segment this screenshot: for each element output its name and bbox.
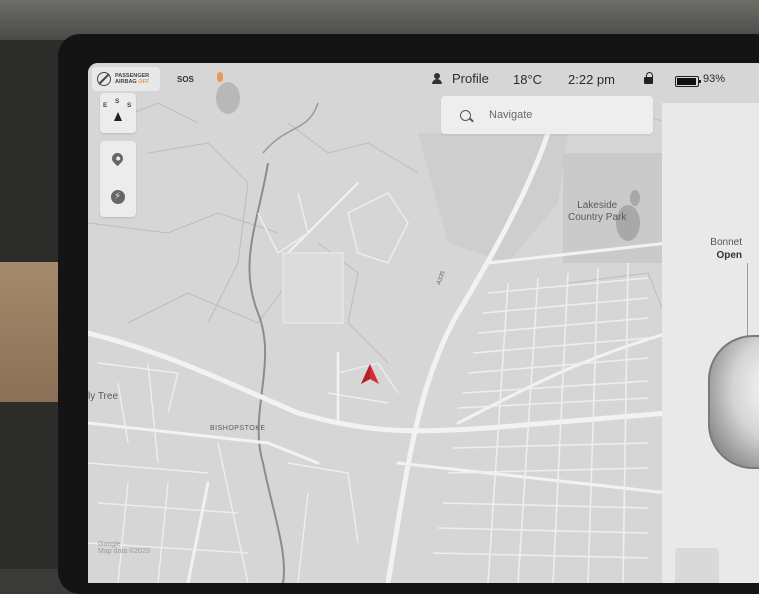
bishopstoke-label: BISHOPSTOKE: [210, 425, 266, 432]
compass-letter-e: E: [103, 102, 108, 109]
passenger-airbag-indicator: PASSENGER AIRBAG OFF: [92, 67, 160, 91]
lakeside-line1: Lakeside: [577, 200, 618, 211]
fly-tree-label: ly Tree: [88, 391, 119, 402]
touchscreen: A335 PASSENGER AIRBAG OFF SOS Profile 18…: [88, 63, 759, 583]
location-pin-icon[interactable]: [109, 150, 126, 167]
navigate-search-bar[interactable]: Navigate: [441, 96, 653, 134]
attribution-data: Map data ©2023: [98, 548, 150, 555]
navigation-arrow-icon: [361, 364, 379, 384]
person-icon: [432, 72, 442, 85]
battery-icon: [675, 76, 701, 87]
status-bar: PASSENGER AIRBAG OFF SOS Profile 18°C 2:…: [88, 63, 759, 97]
compass-icon: [114, 112, 122, 121]
airbag-line2: AIRBAG: [115, 79, 137, 85]
bonnet-status[interactable]: Bonnet Open: [660, 236, 742, 262]
clock: 2:22 pm: [568, 72, 615, 87]
bonnet-label: Bonnet: [710, 237, 742, 248]
lakeside-country-park-label: Lakeside Country Park: [568, 200, 626, 224]
lakeside-line2: Country Park: [568, 212, 627, 223]
compass-letter-s2: S: [127, 102, 132, 109]
compass-letter-s1: S: [115, 98, 120, 105]
bonnet-state: Open: [716, 250, 742, 261]
compass-button[interactable]: E S S: [100, 93, 136, 133]
profile-button[interactable]: Profile: [432, 71, 489, 86]
search-icon: [460, 109, 471, 121]
sos-button[interactable]: SOS: [177, 75, 194, 84]
charging-icon[interactable]: [111, 190, 125, 204]
search-placeholder: Navigate: [489, 109, 533, 121]
microphone-icon: [217, 72, 223, 82]
car-render: [708, 335, 759, 469]
map-tools: [100, 141, 136, 217]
map-canvas: A335: [88, 63, 668, 583]
battery-percent: 93%: [703, 73, 726, 85]
attribution-google: Google: [98, 541, 121, 548]
airbag-icon: [97, 72, 111, 86]
airbag-state: OFF: [138, 79, 150, 85]
lock-icon[interactable]: [644, 72, 653, 84]
map-attribution: Google Map data ©2023: [98, 541, 150, 555]
map-view[interactable]: A335: [88, 63, 668, 583]
panel-button[interactable]: [675, 548, 719, 583]
temperature: 18°C: [513, 72, 543, 87]
profile-label: Profile: [452, 71, 489, 86]
airbag-text: PASSENGER AIRBAG OFF: [115, 73, 149, 85]
